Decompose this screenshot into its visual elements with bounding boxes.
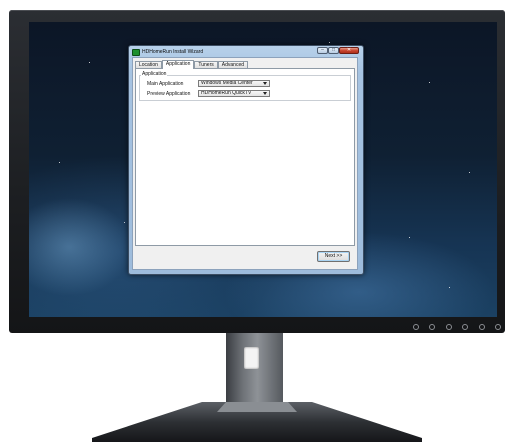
monitor-button[interactable] xyxy=(413,324,419,330)
minimize-icon: – xyxy=(321,47,324,53)
application-tab-panel: Main Application Windows Media Center Pr… xyxy=(135,68,355,246)
preview-application-value: HDHomeRun QuickTV xyxy=(201,90,252,96)
preview-application-select[interactable]: HDHomeRun QuickTV xyxy=(198,90,270,97)
chevron-down-icon xyxy=(263,92,267,95)
preview-application-label: Preview Application xyxy=(147,91,191,97)
monitor-button[interactable] xyxy=(462,324,469,330)
title-bar[interactable]: HDHomeRun Install Wizard – □ ✕ xyxy=(129,46,363,57)
install-wizard-window: HDHomeRun Install Wizard – □ ✕ Location … xyxy=(128,45,364,275)
window-title: HDHomeRun Install Wizard xyxy=(142,49,204,55)
close-icon: ✕ xyxy=(346,47,352,53)
monitor-buttons xyxy=(413,322,501,332)
monitor-power-button[interactable] xyxy=(494,324,501,330)
main-application-value: Windows Media Center xyxy=(201,80,253,86)
monitor-stand-neck xyxy=(226,333,283,403)
tab-application[interactable]: Application xyxy=(161,60,195,69)
close-button[interactable]: ✕ xyxy=(339,47,359,54)
monitor-button[interactable] xyxy=(445,324,452,330)
next-button[interactable]: Next >> xyxy=(317,251,350,262)
chevron-down-icon xyxy=(263,82,267,85)
monitor-button[interactable] xyxy=(429,324,436,330)
maximize-button[interactable]: □ xyxy=(328,47,339,54)
minimize-button[interactable]: – xyxy=(317,47,328,54)
monitor-stand-base xyxy=(92,402,422,442)
hdhomerun-app-icon xyxy=(132,49,140,56)
window-client-area: Location Application Tuners Advanced Mai… xyxy=(132,57,358,270)
cable-slot xyxy=(244,347,259,369)
monitor-button[interactable] xyxy=(478,324,485,330)
application-groupbox: Main Application Windows Media Center Pr… xyxy=(139,75,351,101)
main-application-label: Main Application xyxy=(147,81,184,87)
maximize-icon: □ xyxy=(331,47,336,53)
main-application-select[interactable]: Windows Media Center xyxy=(198,80,270,87)
application-group-label: Application xyxy=(141,71,168,77)
